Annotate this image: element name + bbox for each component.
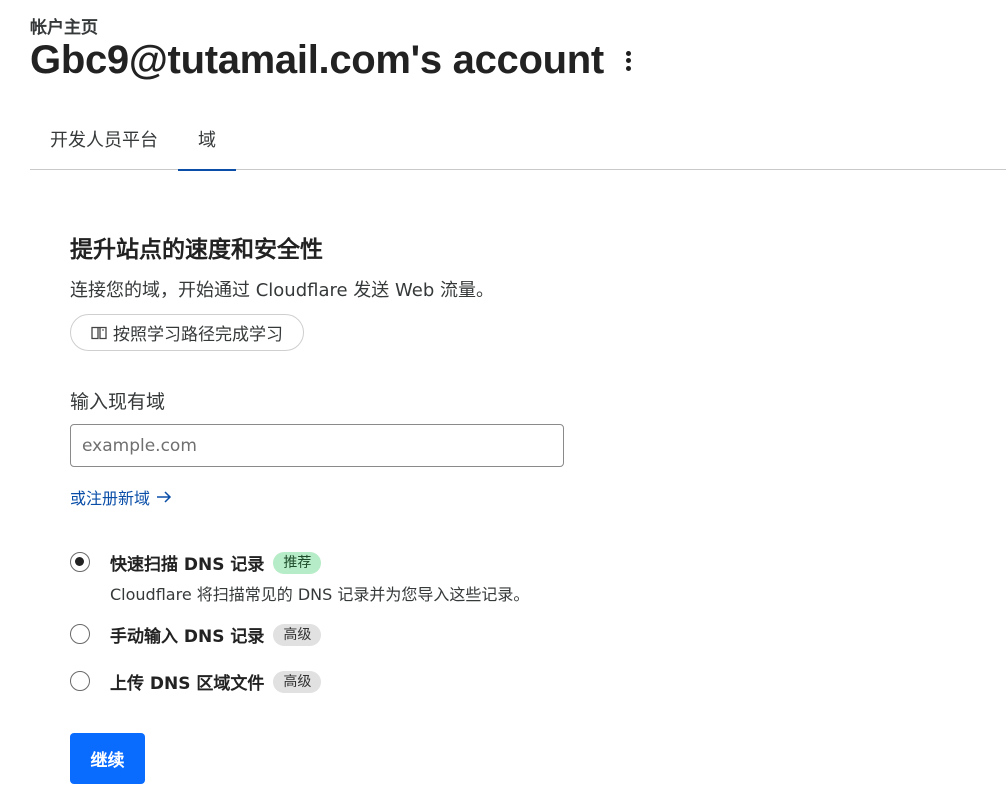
advanced-badge: 高级 [273,670,322,693]
tab-domains[interactable]: 域 [178,112,236,171]
option-title: 快速扫描 DNS 记录 [110,555,265,575]
learning-path-label: 按照学习路径完成学习 [113,325,283,345]
register-domain-link[interactable]: 或注册新域 [70,485,172,509]
option-title-row: 手动输入 DNS 记录 高级 [110,622,322,647]
option-manual-entry[interactable]: 手动输入 DNS 记录 高级 [70,622,322,647]
option-body: 手动输入 DNS 记录 高级 [110,622,322,647]
page-title: Gbc9@tutamail.com's account [30,38,604,82]
option-title: 手动输入 DNS 记录 [110,627,265,647]
option-body: 上传 DNS 区域文件 高级 [110,669,322,694]
option-title-row: 快速扫描 DNS 记录 推荐 [110,550,529,575]
option-title-row: 上传 DNS 区域文件 高级 [110,669,322,694]
section-title: 提升站点的速度和安全性 [70,237,323,263]
book-icon [91,326,107,339]
option-quick-scan[interactable]: 快速扫描 DNS 记录 推荐 Cloudflare 将扫描常见的 DNS 记录并… [70,550,529,605]
vertical-ellipsis-icon[interactable] [622,48,636,74]
option-description: Cloudflare 将扫描常见的 DNS 记录并为您导入这些记录。 [110,585,530,604]
section-description: 连接您的域，开始通过 Cloudflare 发送 Web 流量。 [70,280,494,301]
recommended-badge: 推荐 [273,551,322,574]
title-row: Gbc9@tutamail.com's account [30,38,636,83]
learning-path-button[interactable]: 按照学习路径完成学习 [70,314,304,351]
domain-field-label: 输入现有域 [70,391,166,413]
tab-developer-platform[interactable]: 开发人员平台 [30,112,178,170]
radio-quick-scan[interactable] [70,552,90,572]
radio-manual-entry[interactable] [70,624,90,644]
breadcrumb[interactable]: 帐户主页 [30,13,98,38]
advanced-badge: 高级 [273,623,322,646]
onboarding-section: 提升站点的速度和安全性 连接您的域，开始通过 Cloudflare 发送 Web… [70,230,770,351]
arrow-right-icon [157,491,172,503]
radio-upload-zone-file[interactable] [70,671,90,691]
tab-bar: 开发人员平台 域 [30,112,1006,171]
page: 帐户主页 Gbc9@tutamail.com's account 开发人员平台 … [0,0,1006,803]
option-upload-zone-file[interactable]: 上传 DNS 区域文件 高级 [70,669,322,694]
continue-button[interactable]: 继续 [70,733,145,784]
domain-input[interactable] [70,424,564,467]
option-body: 快速扫描 DNS 记录 推荐 Cloudflare 将扫描常见的 DNS 记录并… [110,550,529,605]
register-domain-label: 或注册新域 [70,489,151,508]
option-title: 上传 DNS 区域文件 [110,674,265,694]
